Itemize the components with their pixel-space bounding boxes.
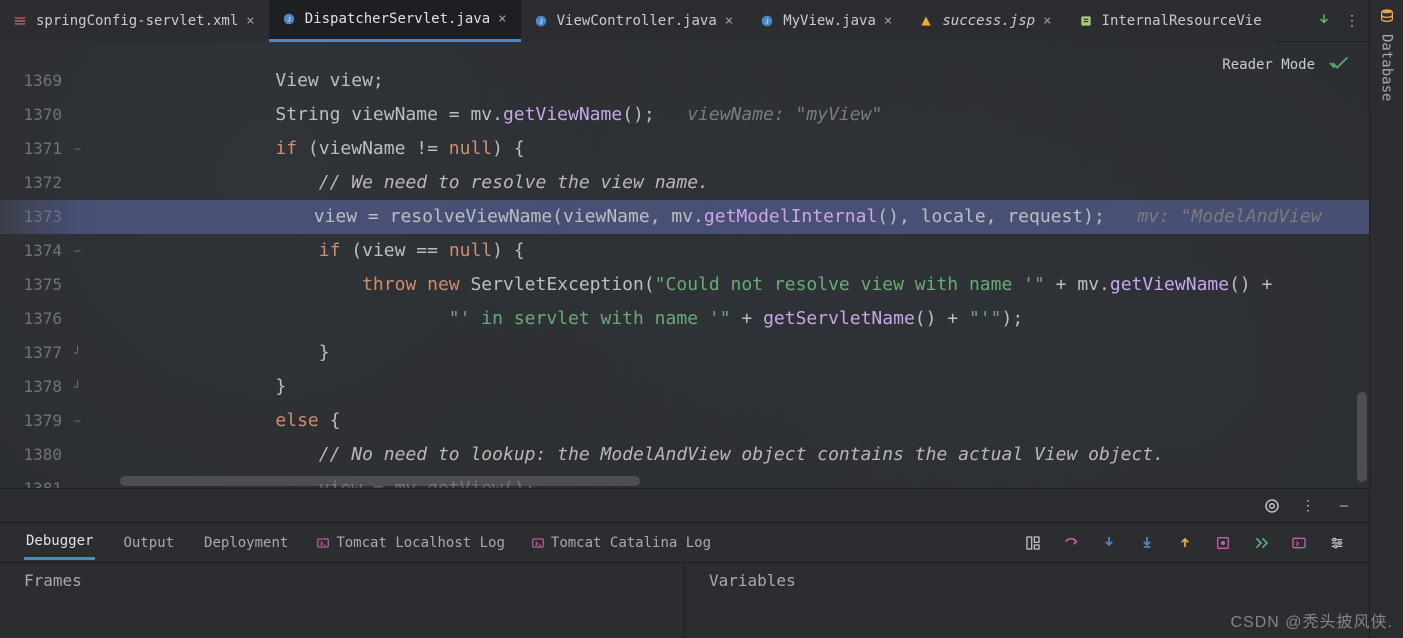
code-line[interactable]: View view; <box>98 64 1369 98</box>
right-sidebar: Database <box>1369 0 1403 638</box>
editor-tab[interactable]: J ViewController.java × <box>521 0 748 42</box>
java-icon: J <box>281 11 297 27</box>
code-line[interactable]: else { <box>98 404 1369 438</box>
debug-tab-deployment[interactable]: Deployment <box>202 527 290 559</box>
code-line[interactable]: } <box>98 336 1369 370</box>
horizontal-scrollbar[interactable] <box>120 476 640 486</box>
variables-title: Variables <box>709 571 796 590</box>
code-line[interactable]: view = resolveViewName(viewName, mv.getM… <box>0 200 1369 234</box>
show-execution-icon[interactable] <box>1291 535 1307 551</box>
debug-panel-tools: ⋮ — <box>0 489 1369 523</box>
close-icon[interactable]: × <box>246 13 254 29</box>
code-line[interactable]: // No need to lookup: the ModelAndView o… <box>98 438 1369 472</box>
target-icon[interactable] <box>1263 497 1281 515</box>
checkmark-icon <box>1329 52 1351 78</box>
svg-text:J: J <box>539 18 542 25</box>
code-editor[interactable]: Reader Mode 1369137013711372137313741375… <box>0 42 1369 488</box>
run-to-cursor-icon[interactable] <box>1253 535 1269 551</box>
database-tool-window[interactable]: Database <box>1379 8 1395 101</box>
xml-icon <box>12 13 28 29</box>
debug-panel: ⋮ — Debugger Output Deployment Tomcat Lo… <box>0 488 1369 638</box>
debug-tab-output[interactable]: Output <box>121 527 176 559</box>
tab-label: MyView.java <box>783 13 876 29</box>
more-vertical-icon[interactable]: ⋮ <box>1299 497 1317 515</box>
step-out-icon[interactable] <box>1177 535 1193 551</box>
tab-label: springConfig-servlet.xml <box>36 13 238 29</box>
jsp-icon <box>918 13 934 29</box>
evaluate-icon[interactable] <box>1215 535 1231 551</box>
minimize-icon[interactable]: — <box>1335 497 1353 515</box>
editor-tab[interactable]: springConfig-servlet.xml × <box>0 0 269 42</box>
database-icon <box>1379 8 1395 28</box>
xml-icon <box>1078 13 1094 29</box>
step-into-icon[interactable] <box>1101 535 1117 551</box>
force-step-into-icon[interactable] <box>1139 535 1155 551</box>
fold-column[interactable]: − − ┘┘− <box>74 64 98 488</box>
code-line[interactable]: } <box>98 370 1369 404</box>
frames-panel: Frames <box>0 563 684 638</box>
debug-tab-debugger[interactable]: Debugger <box>24 525 95 560</box>
code-line[interactable]: if (view == null) { <box>98 234 1369 268</box>
code-line[interactable]: throw new ServletException("Could not re… <box>98 268 1369 302</box>
editor-tab[interactable]: success.jsp × <box>906 0 1065 42</box>
debug-tab-localhost-log[interactable]: Tomcat Localhost Log <box>316 535 505 551</box>
close-icon[interactable]: × <box>498 11 506 27</box>
svg-text:J: J <box>287 16 290 23</box>
editor-tabbar: springConfig-servlet.xml × J DispatcherServ… <box>0 0 1369 42</box>
step-over-icon[interactable] <box>1063 535 1079 551</box>
tab-label: success.jsp <box>942 13 1035 29</box>
arrow-down-icon[interactable] <box>1317 12 1331 30</box>
reader-mode-label[interactable]: Reader Mode <box>1222 57 1315 73</box>
editor-tab[interactable]: InternalResourceVie <box>1066 0 1276 42</box>
frames-title: Frames <box>24 571 82 590</box>
svg-text:J: J <box>766 18 769 25</box>
editor-tab[interactable]: J MyView.java × <box>747 0 906 42</box>
line-gutter: 1369137013711372137313741375137613771378… <box>0 64 74 488</box>
watermark: CSDN @秃头披风侠. <box>1231 608 1393 632</box>
close-icon[interactable]: × <box>725 13 733 29</box>
close-icon[interactable]: × <box>1043 13 1051 29</box>
vertical-scrollbar[interactable] <box>1357 392 1367 482</box>
more-vertical-icon[interactable]: ⋮ <box>1345 13 1359 29</box>
editor-tab[interactable]: J DispatcherServlet.java × <box>269 0 521 42</box>
java-icon: J <box>533 13 549 29</box>
code-line[interactable]: String viewName = mv.getViewName(); view… <box>98 98 1369 132</box>
java-icon: J <box>759 13 775 29</box>
debug-tab-catalina-log[interactable]: Tomcat Catalina Log <box>531 535 711 551</box>
code-line[interactable]: if (viewName != null) { <box>98 132 1369 166</box>
settings-icon[interactable] <box>1329 535 1345 551</box>
code-line[interactable]: "' in servlet with name '" + getServletN… <box>98 302 1369 336</box>
code-area[interactable]: View view; String viewName = mv.getViewN… <box>98 64 1369 488</box>
layout-icon[interactable] <box>1025 535 1041 551</box>
tab-label: ViewController.java <box>557 13 717 29</box>
code-line[interactable]: // We need to resolve the view name. <box>98 166 1369 200</box>
tab-label: InternalResourceVie <box>1102 13 1262 29</box>
tab-label: DispatcherServlet.java <box>305 11 490 27</box>
close-icon[interactable]: × <box>884 13 892 29</box>
